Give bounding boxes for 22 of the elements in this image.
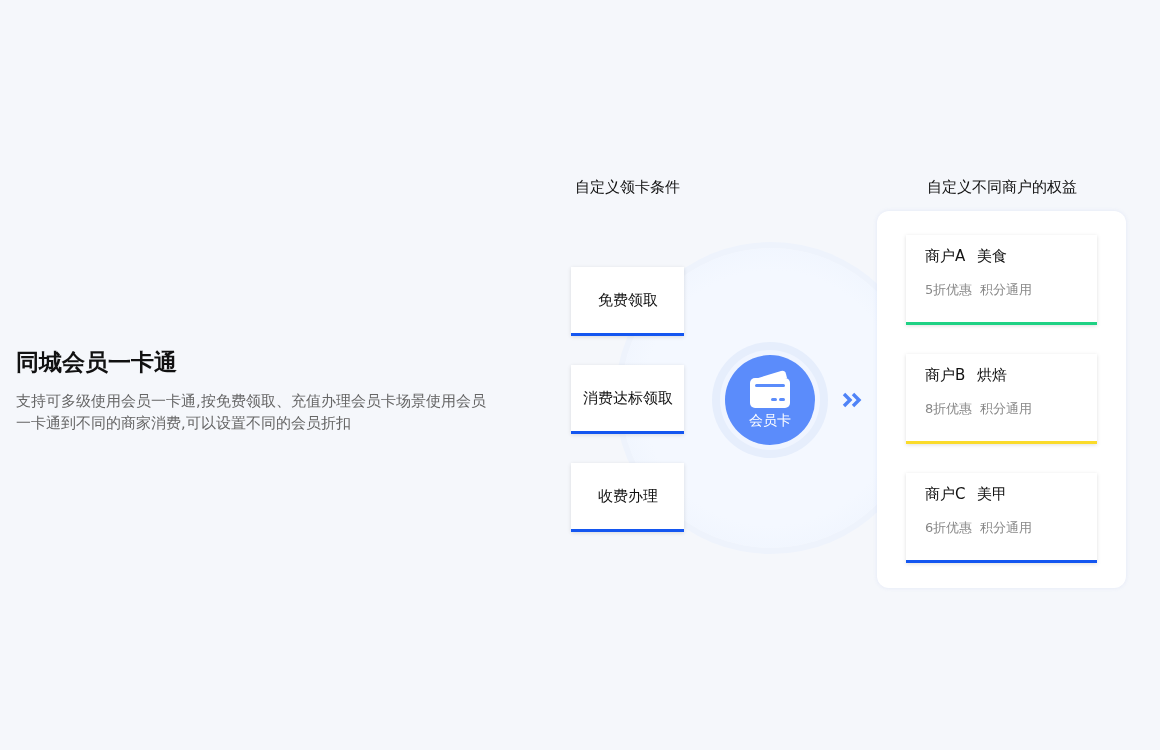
- condition-card: 消费达标领取: [571, 365, 684, 434]
- section-description: 支持可多级使用会员一卡通,按免费领取、充值办理会员卡场景使用会员一卡通到不同的商家消费,可以设置不同的会员折扣: [16, 391, 486, 433]
- column-heading: 自定义领卡条件: [574, 178, 681, 197]
- merchant-category: 美甲: [977, 485, 1008, 504]
- points-text: 积分通用: [980, 281, 1033, 299]
- merchant-name: 商户C: [925, 485, 966, 504]
- points-text: 积分通用: [980, 400, 1033, 418]
- merchant-category: 美食: [977, 247, 1008, 266]
- points-text: 积分通用: [980, 519, 1033, 537]
- discount-text: 6折优惠: [925, 519, 973, 537]
- discount-text: 8折优惠: [925, 400, 973, 418]
- section-title: 同城会员一卡通: [16, 347, 177, 377]
- double-chevron-icon: [842, 391, 864, 408]
- merchant-name: 商户A: [925, 247, 966, 266]
- condition-card: 收费办理: [571, 463, 684, 532]
- card-label: 会员卡: [749, 411, 791, 430]
- condition-card: 免费领取: [571, 267, 684, 336]
- card-icon: [747, 369, 793, 410]
- merchant-category: 烘焙: [977, 366, 1008, 385]
- merchant-name: 商户B: [925, 366, 966, 385]
- discount-text: 5折优惠: [925, 281, 973, 299]
- column-heading: 自定义不同商户的权益: [925, 178, 1078, 197]
